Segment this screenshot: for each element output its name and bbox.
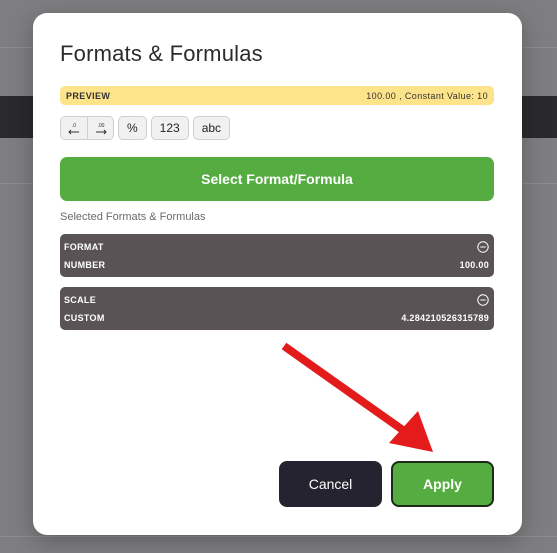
background-divider	[0, 536, 557, 537]
card-name: CUSTOM	[64, 313, 105, 323]
formats-formulas-dialog: Formats & Formulas PREVIEW 100.00 , Cons…	[33, 13, 522, 535]
card-value: 100.00	[459, 260, 489, 270]
card-name: NUMBER	[64, 260, 106, 270]
selected-item-card: FORMAT NUMBER 100.00	[60, 234, 494, 277]
selected-item-card: SCALE CUSTOM 4.284210526315789	[60, 287, 494, 330]
card-title: SCALE	[64, 295, 97, 305]
increase-decimals-button[interactable]: .00	[87, 117, 113, 139]
selected-formats-label: Selected Formats & Formulas	[60, 211, 206, 223]
svg-text:.0: .0	[72, 123, 76, 129]
card-header-row: SCALE	[64, 294, 489, 306]
apply-button[interactable]: Apply	[391, 461, 494, 507]
remove-circle-icon[interactable]	[477, 241, 489, 253]
card-title: FORMAT	[64, 242, 104, 252]
remove-circle-icon[interactable]	[477, 294, 489, 306]
preview-label: PREVIEW	[66, 90, 111, 101]
svg-text:.00: .00	[97, 123, 104, 129]
dialog-title: Formats & Formulas	[60, 41, 263, 66]
decrease-decimals-icon: .0	[68, 123, 79, 135]
preview-bar: PREVIEW 100.00 , Constant Value: 10	[60, 86, 494, 105]
increase-decimals-icon: .00	[95, 123, 107, 135]
percent-format-button[interactable]: %	[118, 116, 147, 140]
decrease-decimals-button[interactable]: .0	[61, 117, 87, 139]
decimal-button-group: .0 .00	[60, 116, 114, 140]
card-value: 4.284210526315789	[401, 313, 489, 323]
card-header-row: FORMAT	[64, 241, 489, 253]
preview-value: 100.00 , Constant Value: 10	[366, 90, 488, 101]
format-toolbar: .0 .00 % 123 abc	[60, 116, 231, 140]
select-format-formula-button[interactable]: Select Format/Formula	[60, 157, 494, 201]
text-format-button[interactable]: abc	[192, 116, 231, 140]
cancel-button[interactable]: Cancel	[279, 461, 382, 507]
card-value-row: NUMBER 100.00	[64, 260, 489, 270]
card-value-row: CUSTOM 4.284210526315789	[64, 313, 489, 323]
number-format-button[interactable]: 123	[150, 116, 189, 140]
